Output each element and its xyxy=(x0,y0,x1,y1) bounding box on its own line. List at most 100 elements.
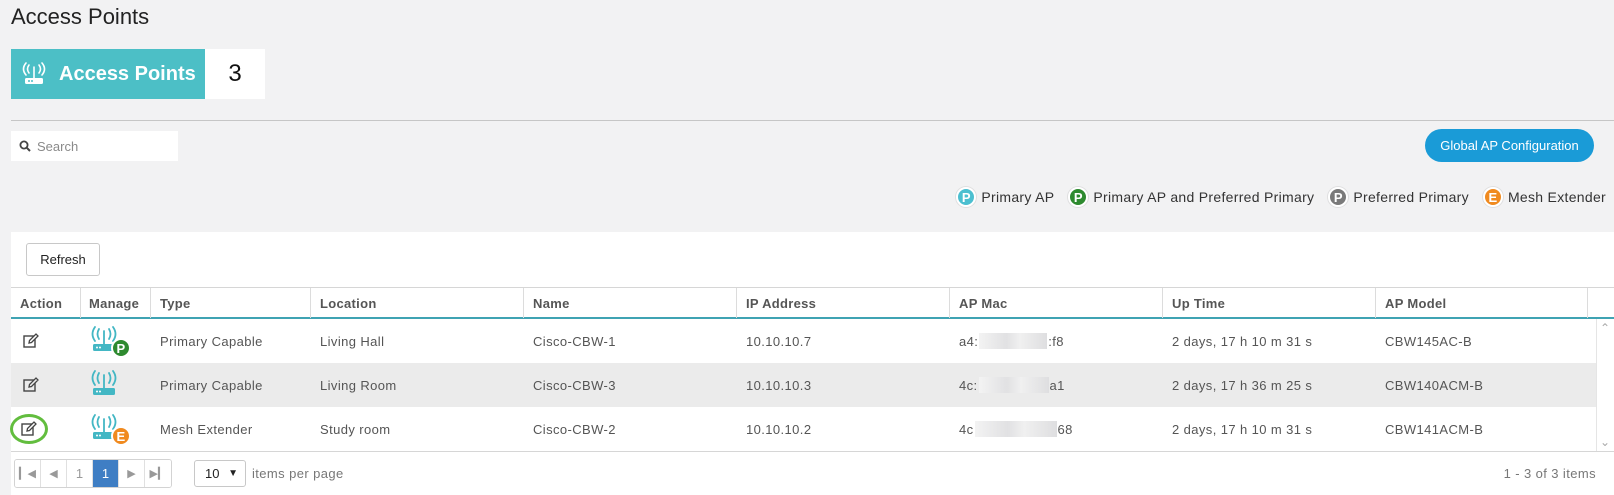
name-cell: Cisco-CBW-2 xyxy=(533,421,616,437)
access-points-summary-tile[interactable]: Access Points 3 xyxy=(11,49,265,99)
table-row[interactable]: E Mesh Extender Study room Cisco-CBW-2 1… xyxy=(10,407,1596,451)
search-icon xyxy=(19,140,31,152)
page-size-value: 10 xyxy=(205,466,220,481)
ap-mac-cell: 4c 68 xyxy=(950,407,1163,451)
action-cell xyxy=(11,319,81,363)
primary-ap-badge-icon: P xyxy=(956,187,977,207)
chevron-down-icon: ▼ xyxy=(228,468,238,479)
ap-model-cell: CBW145AC-B xyxy=(1385,333,1473,349)
legend-label: Primary AP xyxy=(981,189,1055,205)
mac-suffix: :f8 xyxy=(1048,333,1064,349)
name-cell: Cisco-CBW-1 xyxy=(533,333,616,349)
legend-item-primary-ap: P Primary AP xyxy=(956,187,1054,207)
ip-address-cell: 10.10.10.2 xyxy=(746,421,812,437)
ap-role-legend: P Primary AP P Primary AP and Preferred … xyxy=(942,187,1606,207)
preferred-primary-badge-icon: P xyxy=(1328,187,1349,207)
ap-model-cell: CBW140ACM-B xyxy=(1385,377,1484,393)
legend-label: Primary AP and Preferred Primary xyxy=(1093,189,1315,205)
page-title: Access Points xyxy=(11,4,150,29)
legend-label: Mesh Extender xyxy=(1507,189,1606,205)
section-divider xyxy=(11,120,1614,121)
table-scrollbar[interactable]: ⌃ ⌄ xyxy=(1596,319,1614,451)
type-cell: Primary Capable xyxy=(160,333,263,349)
redaction-mask xyxy=(978,377,1049,393)
column-header-name[interactable]: Name xyxy=(524,288,737,318)
ap-device-icon[interactable] xyxy=(89,368,133,402)
mesh-extender-badge-icon: E xyxy=(111,426,131,446)
action-cell xyxy=(11,363,81,407)
ap-mac-cell: 4c: a1 xyxy=(950,363,1163,407)
summary-tile-label: Access Points xyxy=(59,62,196,85)
previous-page-icon[interactable]: ◀ xyxy=(41,460,67,487)
global-ap-configuration-button[interactable]: Global AP Configuration xyxy=(1425,129,1594,162)
search-box[interactable] xyxy=(11,131,178,161)
items-per-page-label: items per page xyxy=(252,466,344,481)
legend-item-mesh-extender: E Mesh Extender xyxy=(1482,187,1606,207)
edit-icon[interactable] xyxy=(10,414,48,444)
mesh-extender-badge-icon: E xyxy=(1482,187,1503,207)
scroll-down-arrow-icon[interactable]: ⌄ xyxy=(1600,435,1610,449)
page-number[interactable]: 1 xyxy=(67,460,93,487)
manage-cell: P xyxy=(81,319,151,363)
column-header-ap-model[interactable]: AP Model xyxy=(1376,288,1588,318)
redaction-mask xyxy=(979,333,1048,349)
redaction-mask xyxy=(974,421,1057,437)
next-page-icon[interactable]: ▶ xyxy=(119,460,145,487)
column-header-action[interactable]: Action xyxy=(11,288,81,318)
location-cell: Study room xyxy=(320,421,391,437)
ap-mac-cell: a4: :f8 xyxy=(950,319,1163,363)
ap-device-icon[interactable]: P xyxy=(89,324,133,358)
primary-preferred-badge-icon: P xyxy=(111,338,131,358)
type-cell: Mesh Extender xyxy=(160,421,253,437)
legend-item-primary-and-preferred: P Primary AP and Preferred Primary xyxy=(1068,187,1314,207)
column-header-ap-mac[interactable]: AP Mac xyxy=(950,288,1163,318)
type-cell: Primary Capable xyxy=(160,377,263,393)
mac-prefix: 4c xyxy=(959,421,974,437)
ip-address-cell: 10.10.10.3 xyxy=(746,377,812,393)
primary-preferred-badge-icon: P xyxy=(1068,187,1089,207)
mac-prefix: 4c: xyxy=(959,377,978,393)
table-row[interactable]: Primary Capable Living Room Cisco-CBW-3 … xyxy=(11,363,1596,407)
edit-icon[interactable] xyxy=(20,330,42,352)
search-input[interactable] xyxy=(37,138,167,154)
column-header-spacer xyxy=(1588,288,1606,318)
access-point-icon xyxy=(22,62,46,84)
legend-label: Preferred Primary xyxy=(1353,189,1469,205)
summary-tile-count: 3 xyxy=(205,49,265,99)
location-cell: Living Hall xyxy=(320,333,385,349)
pagination: ▎◀ ◀ 1 1 ▶ ▶▎ xyxy=(14,459,172,488)
column-header-type[interactable]: Type xyxy=(151,288,311,318)
column-header-ip-address[interactable]: IP Address xyxy=(737,288,950,318)
up-time-cell: 2 days, 17 h 36 m 25 s xyxy=(1172,377,1313,393)
up-time-cell: 2 days, 17 h 10 m 31 s xyxy=(1172,421,1313,437)
action-cell xyxy=(10,407,81,451)
mac-suffix: a1 xyxy=(1049,377,1065,393)
legend-item-preferred-primary: P Preferred Primary xyxy=(1328,187,1469,207)
mac-prefix: a4: xyxy=(959,333,979,349)
ap-model-cell: CBW141ACM-B xyxy=(1385,421,1484,437)
refresh-button[interactable]: Refresh xyxy=(26,243,100,276)
page-size-select[interactable]: 10 ▼ xyxy=(194,460,246,487)
items-range-text: 1 - 3 of 3 items xyxy=(1503,466,1596,481)
table-body: P Primary Capable Living Hall Cisco-CBW-… xyxy=(10,319,1596,451)
mac-suffix: 68 xyxy=(1057,421,1073,437)
manage-cell xyxy=(81,363,151,407)
scroll-up-arrow-icon[interactable]: ⌃ xyxy=(1600,321,1610,335)
ip-address-cell: 10.10.10.7 xyxy=(746,333,812,349)
last-page-icon[interactable]: ▶▎ xyxy=(145,460,171,487)
column-header-location[interactable]: Location xyxy=(311,288,524,318)
ap-device-icon[interactable]: E xyxy=(89,412,133,446)
column-header-up-time[interactable]: Up Time xyxy=(1163,288,1376,318)
manage-cell: E xyxy=(81,407,151,451)
edit-icon[interactable] xyxy=(20,374,42,396)
current-page[interactable]: 1 xyxy=(93,460,119,487)
location-cell: Living Room xyxy=(320,377,397,393)
table-row[interactable]: P Primary Capable Living Hall Cisco-CBW-… xyxy=(11,319,1596,363)
summary-tile-header: Access Points xyxy=(11,49,205,99)
column-header-manage[interactable]: Manage xyxy=(81,288,151,318)
first-page-icon[interactable]: ▎◀ xyxy=(15,460,41,487)
access-points-grid-panel: Refresh Action Manage Type Location Name… xyxy=(10,232,1614,495)
up-time-cell: 2 days, 17 h 10 m 31 s xyxy=(1172,333,1313,349)
table-footer: ▎◀ ◀ 1 1 ▶ ▶▎ 10 ▼ items per page 1 - 3 … xyxy=(11,451,1614,495)
name-cell: Cisco-CBW-3 xyxy=(533,377,616,393)
